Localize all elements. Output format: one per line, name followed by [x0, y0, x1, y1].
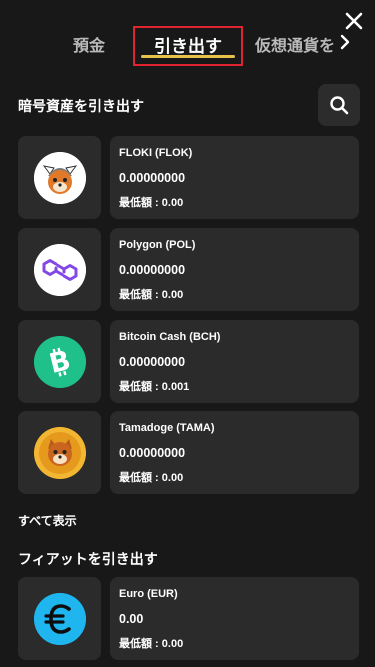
tab-deposit[interactable]: 預金 [73, 32, 105, 56]
floki-icon [33, 151, 86, 204]
coin-balance: 0.00000000 [119, 446, 186, 460]
coin-min-amount: 最低額 : 0.00 [119, 289, 184, 301]
coin-min-amount: 最低額 : 0.00 [119, 197, 184, 209]
coin-name: Tamadoge (TAMA) [119, 422, 215, 434]
coin-min-amount: 最低額 : 0.00 [119, 472, 184, 484]
currency-info[interactable]: Euro (EUR) 0.00 最低額 : 0.00 [110, 577, 359, 660]
tamadoge-icon [33, 426, 86, 479]
coin-logo-box: B [18, 320, 101, 403]
coin-info[interactable]: Tamadoge (TAMA) 0.00000000 最低額 : 0.00 [110, 411, 359, 494]
coin-logo-box [18, 577, 101, 660]
euro-icon [33, 592, 86, 645]
coin-balance: 0.00000000 [119, 171, 186, 185]
currency-min-amount: 最低額 : 0.00 [119, 638, 184, 650]
coin-info[interactable]: Bitcoin Cash (BCH) 0.00000000 最低額 : 0.00… [110, 320, 359, 403]
tab-withdraw[interactable]: 引き出す [133, 26, 243, 66]
show-all-link[interactable]: すべて表示 [18, 512, 77, 529]
tab-scroll-right-button[interactable] [338, 34, 352, 50]
fiat-section-title: フィアットを引き出す [18, 551, 158, 567]
search-icon [330, 96, 349, 115]
coin-logo-box [18, 136, 101, 219]
list-item[interactable]: Tamadoge (TAMA) 0.00000000 最低額 : 0.00 [18, 411, 359, 494]
list-item[interactable]: Euro (EUR) 0.00 最低額 : 0.00 [18, 577, 359, 660]
coin-name: FLOKI (FLOK) [119, 147, 193, 159]
list-item[interactable]: B Bitcoin Cash (BCH) 0.00000000 最低額 : 0.… [18, 320, 359, 403]
currency-name: Euro (EUR) [119, 588, 178, 600]
polygon-icon [33, 243, 86, 296]
coin-balance: 0.00000000 [119, 263, 186, 277]
coin-info[interactable]: FLOKI (FLOK) 0.00000000 最低額 : 0.00 [110, 136, 359, 219]
active-tab-indicator [141, 55, 235, 58]
crypto-section-title: 暗号資産を引き出す [18, 98, 144, 114]
coin-min-amount: 最低額 : 0.001 [119, 381, 190, 393]
coin-name: Bitcoin Cash (BCH) [119, 331, 221, 343]
list-item[interactable]: FLOKI (FLOK) 0.00000000 最低額 : 0.00 [18, 136, 359, 219]
bitcoin-cash-icon: B [33, 335, 86, 388]
coin-logo-box [18, 228, 101, 311]
coin-balance: 0.00000000 [119, 355, 186, 369]
currency-balance: 0.00 [119, 612, 144, 626]
coin-logo-box [18, 411, 101, 494]
tab-crypto[interactable]: 仮想通貨を [255, 32, 337, 56]
tab-bar: 預金 引き出す 仮想通貨を [0, 26, 375, 70]
coin-info[interactable]: Polygon (POL) 0.00000000 最低額 : 0.00 [110, 228, 359, 311]
tab-withdraw-label: 引き出す [154, 37, 222, 56]
list-item[interactable]: Polygon (POL) 0.00000000 最低額 : 0.00 [18, 228, 359, 311]
search-button[interactable] [318, 84, 360, 126]
chevron-right-icon [340, 34, 350, 50]
coin-name: Polygon (POL) [119, 239, 196, 251]
